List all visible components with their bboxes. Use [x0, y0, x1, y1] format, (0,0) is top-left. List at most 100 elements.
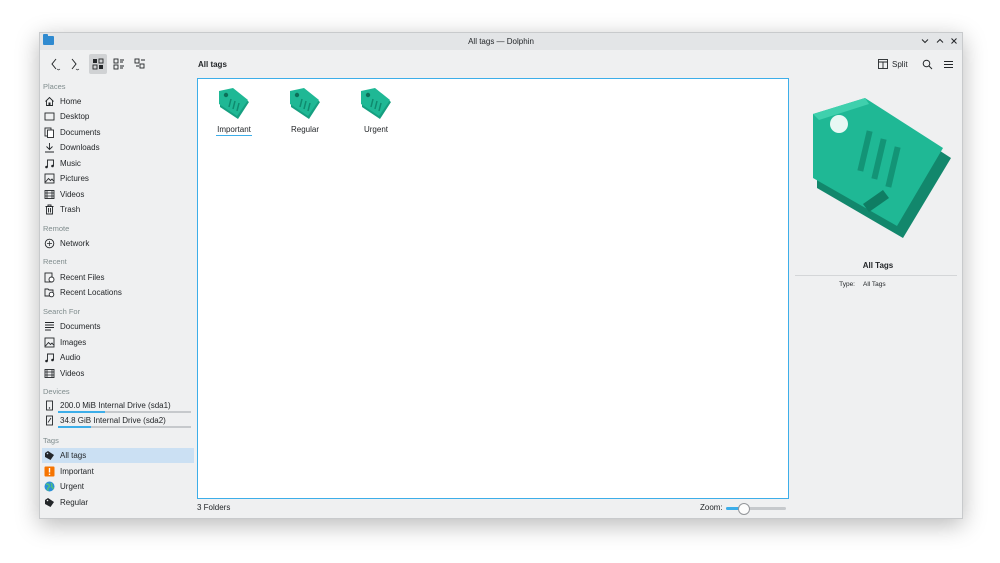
- drive-icon: [44, 400, 55, 411]
- section-recent: Recent: [43, 257, 67, 266]
- forward-arrow-icon: [71, 58, 80, 71]
- documents-icon: [44, 321, 55, 332]
- sidebar-item-label: Pictures: [60, 174, 89, 183]
- details-view-icon: [134, 58, 145, 69]
- sidebar-item-label: Recent Files: [60, 273, 105, 282]
- important-icon: [44, 466, 55, 477]
- sidebar-item-regular[interactable]: Regular: [42, 495, 194, 510]
- recent-locations-icon: [44, 287, 55, 298]
- sidebar-item-search-images[interactable]: Images: [42, 335, 194, 350]
- folder-item-urgent[interactable]: Urgent: [344, 85, 408, 134]
- sidebar-item-all-tags[interactable]: All tags: [42, 448, 194, 463]
- window-title: All tags — Dolphin: [468, 37, 534, 46]
- info-type-key: Type:: [839, 281, 855, 288]
- compact-view-icon: [113, 58, 124, 70]
- file-view[interactable]: Important Regular Urgent: [197, 78, 789, 499]
- search-button[interactable]: [918, 55, 936, 73]
- sidebar-item-label: Documents: [60, 128, 101, 137]
- section-remote: Remote: [43, 224, 70, 233]
- information-panel: All Tags Type: All Tags: [795, 78, 961, 515]
- audio-icon: [44, 352, 55, 363]
- icons-view-icon: [92, 58, 104, 70]
- sidebar-item-pictures[interactable]: Pictures: [42, 171, 194, 186]
- sidebar-item-videos[interactable]: Videos: [42, 187, 194, 202]
- forward-button[interactable]: [65, 53, 83, 75]
- home-icon: [44, 96, 55, 107]
- sidebar-item-home[interactable]: Home: [42, 94, 194, 109]
- sidebar-item-label: Downloads: [60, 143, 100, 152]
- back-button[interactable]: [46, 53, 64, 75]
- sidebar-item-desktop[interactable]: Desktop: [42, 109, 194, 124]
- sidebar-item-label: Home: [60, 97, 82, 106]
- sidebar-item-documents[interactable]: Documents: [42, 125, 194, 140]
- section-search-for: Search For: [43, 307, 81, 316]
- sidebar-item-label: Audio: [60, 353, 81, 362]
- details-view-button[interactable]: [131, 54, 149, 74]
- recent-files-icon: [44, 272, 55, 283]
- sidebar-item-label: Images: [60, 338, 87, 347]
- dolphin-window: All tags — Dolphin All tags Split Places…: [39, 32, 963, 519]
- sidebar-item-important[interactable]: Important: [42, 464, 194, 479]
- sidebar-item-trash[interactable]: Trash: [42, 202, 194, 217]
- info-item-name: All Tags: [862, 261, 894, 270]
- split-button[interactable]: Split: [878, 55, 908, 73]
- sidebar-item-network[interactable]: Network: [42, 236, 194, 251]
- sidebar-item-label: Recent Locations: [60, 288, 122, 297]
- info-separator: [795, 275, 957, 276]
- close-icon: [951, 38, 957, 44]
- sidebar-item-search-videos[interactable]: Videos: [42, 366, 194, 381]
- info-type-value: All Tags: [863, 281, 886, 288]
- sidebar-item-downloads[interactable]: Downloads: [42, 140, 194, 155]
- title-bar[interactable]: All tags — Dolphin: [40, 33, 962, 50]
- sidebar-item-label: Videos: [60, 369, 85, 378]
- sidebar-item-label: 200.0 MiB Internal Drive (sda1): [60, 401, 171, 410]
- sidebar-item-recent-locations[interactable]: Recent Locations: [42, 285, 194, 300]
- capacity-bar-sda2: [58, 426, 191, 428]
- sidebar-item-label: 34.8 GiB Internal Drive (sda2): [60, 416, 166, 425]
- maximize-button[interactable]: [933, 34, 947, 48]
- sidebar-item-music[interactable]: Music: [42, 156, 194, 171]
- places-panel: Places Home Desktop Documents Downloads …: [40, 78, 196, 515]
- sidebar-item-label: Regular: [60, 498, 89, 507]
- icons-view-button[interactable]: [89, 54, 107, 74]
- tag-folder-icon: [219, 88, 249, 119]
- section-tags: Tags: [43, 436, 59, 445]
- split-label: Split: [892, 59, 908, 69]
- sidebar-item-label: Trash: [60, 205, 81, 214]
- chevron-down-icon: [921, 39, 929, 44]
- minimize-button[interactable]: [918, 34, 932, 48]
- folder-item-regular[interactable]: Regular: [273, 85, 337, 134]
- zoom-label: Zoom:: [700, 503, 723, 512]
- sidebar-item-search-audio[interactable]: Audio: [42, 350, 194, 365]
- folder-name: Urgent: [363, 125, 388, 134]
- zoom-slider[interactable]: [726, 503, 786, 515]
- sidebar-item-label: Network: [60, 239, 90, 248]
- trash-icon: [44, 204, 55, 215]
- tag-folder-icon: [290, 88, 320, 119]
- sidebar-item-urgent[interactable]: Urgent: [42, 479, 194, 494]
- section-devices: Devices: [43, 387, 70, 396]
- sidebar-item-label: Important: [60, 467, 94, 476]
- search-icon: [922, 59, 932, 69]
- zoom-slider-handle[interactable]: [738, 503, 750, 515]
- tag-preview-icon: [813, 98, 951, 238]
- sidebar-item-recent-files[interactable]: Recent Files: [42, 270, 194, 285]
- compact-view-button[interactable]: [110, 54, 128, 74]
- downloads-icon: [44, 142, 55, 153]
- sidebar-item-label: Music: [60, 159, 81, 168]
- close-button[interactable]: [947, 34, 961, 48]
- sidebar-item-label: Desktop: [60, 112, 90, 121]
- folder-name: Important: [217, 125, 251, 134]
- menu-button[interactable]: [939, 55, 957, 73]
- sidebar-item-label: All tags: [60, 451, 87, 460]
- sidebar-item-label: Urgent: [60, 482, 85, 491]
- toolbar: All tags Split: [40, 50, 962, 78]
- section-places: Places: [43, 82, 66, 91]
- folder-item-important[interactable]: Important: [202, 85, 266, 136]
- tag-icon: [44, 450, 55, 461]
- videos-icon: [44, 368, 55, 379]
- sidebar-item-search-documents[interactable]: Documents: [42, 319, 194, 334]
- images-icon: [44, 337, 55, 348]
- status-text: 3 Folders: [197, 503, 231, 512]
- back-arrow-icon: [51, 58, 61, 71]
